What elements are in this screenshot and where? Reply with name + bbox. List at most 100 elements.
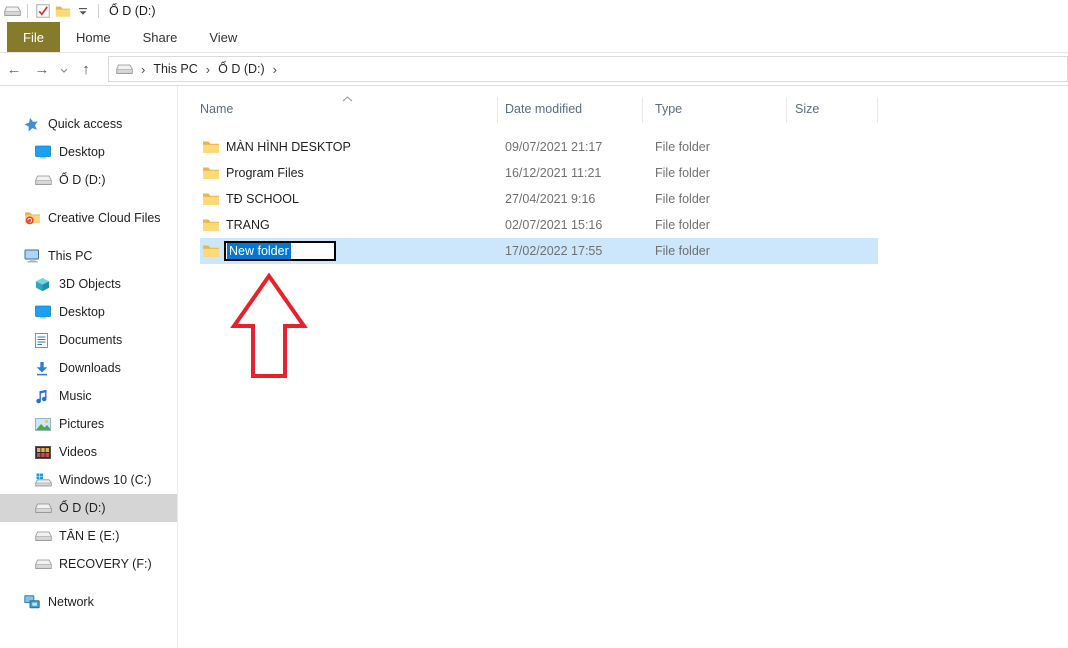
- videos-icon: [35, 446, 56, 459]
- type-cell: File folder: [643, 244, 787, 258]
- tab-file[interactable]: File: [7, 22, 60, 52]
- windows-drive-icon: [35, 473, 56, 487]
- file-rows: MÀN HÌNH DESKTOP09/07/2021 21:17 File fol…: [178, 134, 1068, 264]
- sidebar-item-label: Downloads: [59, 361, 121, 375]
- column-header-size[interactable]: Size: [787, 92, 878, 126]
- sidebar-item-windows-10-c[interactable]: Windows 10 (C:): [0, 466, 177, 494]
- breadcrumb: ›This PC›Ổ D (D:)›: [133, 62, 285, 77]
- sidebar-item-desktop[interactable]: Desktop: [0, 138, 177, 166]
- main-content: Quick access Desktop Ổ D (D:) Creative Clou…: [0, 86, 1068, 648]
- folder-icon: [202, 192, 220, 206]
- desktop-icon: [35, 305, 56, 319]
- titlebar: Ổ D (D:): [0, 0, 1068, 22]
- sidebar-item-pictures[interactable]: Pictures: [0, 410, 177, 438]
- breadcrumb-chevron-icon: ›: [133, 62, 153, 77]
- name-cell: New folder: [200, 241, 498, 261]
- column-header-label: Size: [795, 102, 819, 116]
- creative-cloud-icon: [24, 211, 45, 225]
- pictures-icon: [35, 418, 56, 431]
- document-icon: [35, 333, 56, 348]
- folder-icon: [202, 166, 220, 180]
- file-row-m-n-h-nh-desktop[interactable]: MÀN HÌNH DESKTOP09/07/2021 21:17File fol…: [200, 134, 878, 160]
- file-row-new-folder[interactable]: New folder 17/02/2022 17:55File folder: [200, 238, 878, 264]
- forward-button[interactable]: →: [28, 62, 56, 77]
- qat-separator: [98, 4, 99, 18]
- date-modified-cell: 02/07/2021 15:16: [498, 218, 643, 232]
- rename-input[interactable]: New folder: [224, 241, 336, 261]
- breadcrumb-chevron-icon: ›: [198, 62, 218, 77]
- sidebar-item-label: Windows 10 (C:): [59, 473, 151, 487]
- tab-home[interactable]: Home: [60, 22, 127, 52]
- file-row-program-files[interactable]: Program Files16/12/2021 11:21File folder: [200, 160, 878, 186]
- type-cell: File folder: [643, 192, 787, 206]
- sidebar-item-label: Pictures: [59, 417, 104, 431]
- sidebar-item-recovery-f[interactable]: RECOVERY (F:): [0, 550, 177, 578]
- column-header-name[interactable]: Name: [200, 92, 498, 126]
- up-button[interactable]: ↑: [72, 62, 100, 77]
- breadcrumb-item-this-pc[interactable]: This PC: [153, 62, 197, 76]
- drive-icon: [35, 559, 56, 570]
- tab-share[interactable]: Share: [127, 22, 194, 52]
- drive-icon: [35, 175, 56, 186]
- name-cell: Program Files: [200, 166, 498, 180]
- tab-view[interactable]: View: [193, 22, 253, 52]
- file-name: Program Files: [226, 166, 304, 180]
- sidebar-item-label: Videos: [59, 445, 97, 459]
- sidebar-item-label: RECOVERY (F:): [59, 557, 152, 571]
- window-title: Ổ D (D:): [109, 4, 156, 18]
- sidebar-item-music[interactable]: Music: [0, 382, 177, 410]
- name-cell: MÀN HÌNH DESKTOP: [200, 140, 498, 154]
- sidebar-item-t-n-e-e[interactable]: TÂN E (E:): [0, 522, 177, 550]
- column-header-date-modified[interactable]: Date modified: [498, 92, 643, 126]
- file-name: TRANG: [226, 218, 270, 232]
- sidebar-item-d-d[interactable]: Ổ D (D:): [0, 494, 177, 522]
- back-button[interactable]: ←: [0, 62, 28, 77]
- folder-icon: [202, 244, 220, 258]
- sidebar-item-label: Desktop: [59, 145, 105, 159]
- sidebar-item-label: Creative Cloud Files: [48, 211, 161, 225]
- name-cell: TRANG: [200, 218, 498, 232]
- address-bar[interactable]: ›This PC›Ổ D (D:)›: [108, 56, 1068, 82]
- file-row-t-school[interactable]: TĐ SCHOOL 27/04/2021 9:16File folder: [200, 186, 878, 212]
- sidebar-item-videos[interactable]: Videos: [0, 438, 177, 466]
- customize-qat-dropdown-icon[interactable]: [73, 1, 93, 21]
- sidebar-item-documents[interactable]: Documents: [0, 326, 177, 354]
- sidebar-item-label: Network: [48, 595, 94, 609]
- date-modified-cell: 17/02/2022 17:55: [498, 244, 643, 258]
- ribbon-tabs: FileHomeShareView: [0, 22, 1068, 53]
- date-modified-cell: 27/04/2021 9:16: [498, 192, 643, 206]
- breadcrumb-chevron-icon: ›: [265, 62, 285, 77]
- file-list-area: Name Date modified Type Size MÀN HÌNH DESKT…: [178, 86, 1068, 648]
- folder-icon: [202, 218, 220, 232]
- sidebar-item-desktop[interactable]: Desktop: [0, 298, 177, 326]
- music-icon: [35, 389, 56, 404]
- date-modified-cell: 16/12/2021 11:21: [498, 166, 643, 180]
- drive-icon: [116, 64, 133, 75]
- sidebar-item-this-pc[interactable]: This PC: [0, 242, 177, 270]
- drive-icon: [35, 531, 56, 542]
- file-name: TĐ SCHOOL: [226, 192, 299, 206]
- column-header-type[interactable]: Type: [643, 92, 787, 126]
- navigation-bar: ← → ↑ ›This PC›Ổ D (D:)›: [0, 53, 1068, 86]
- breadcrumb-item-d-d[interactable]: Ổ D (D:): [218, 62, 265, 76]
- sidebar-item-downloads[interactable]: Downloads: [0, 354, 177, 382]
- sidebar-item-3d-objects[interactable]: 3D Objects: [0, 270, 177, 298]
- file-row-trang[interactable]: TRANG02/07/2021 15:16File folder: [200, 212, 878, 238]
- recent-locations-dropdown-icon[interactable]: [56, 60, 72, 78]
- date-modified-cell: 09/07/2021 21:17: [498, 140, 643, 154]
- cube-icon: [35, 277, 56, 292]
- sidebar-item-d-d[interactable]: Ổ D (D:): [0, 166, 177, 194]
- folder-icon: [202, 140, 220, 154]
- new-folder-icon[interactable]: [53, 1, 73, 21]
- sidebar-item-creative-cloud-files[interactable]: Creative Cloud Files: [0, 204, 177, 232]
- column-header-label: Date modified: [505, 102, 582, 116]
- sidebar-item-label: Ổ D (D:): [59, 501, 106, 515]
- network-icon: [24, 595, 45, 609]
- sidebar-item-network[interactable]: Network: [0, 588, 177, 616]
- drive-icon: [35, 503, 56, 514]
- properties-check-icon[interactable]: [33, 1, 53, 21]
- sidebar-item-quick-access[interactable]: Quick access: [0, 110, 177, 138]
- sidebar-item-label: Music: [59, 389, 92, 403]
- column-headers: Name Date modified Type Size: [200, 92, 1068, 126]
- desktop-icon: [35, 145, 56, 159]
